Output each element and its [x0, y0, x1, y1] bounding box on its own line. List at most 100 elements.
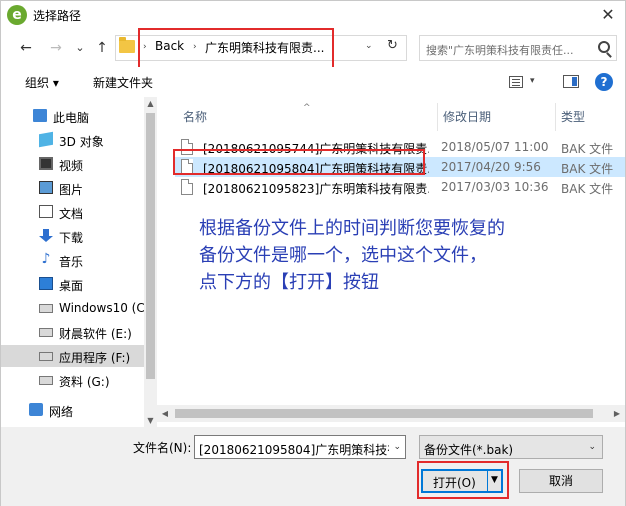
video-icon: [39, 157, 53, 170]
cube-3d-icon: [39, 131, 53, 148]
filename-input[interactable]: [20180621095804]广东明策科技有限 ⌄: [194, 435, 406, 459]
file-type: BAK 文件: [561, 162, 614, 176]
search-input[interactable]: 搜索"广东明策科技有限责任...: [419, 35, 617, 61]
organize-button[interactable]: 组织 ▾: [25, 74, 59, 91]
annotation-line: 点下方的【打开】按钮: [199, 272, 379, 293]
help-icon[interactable]: ?: [595, 73, 613, 91]
refresh-icon[interactable]: ↻: [387, 38, 398, 53]
nav-item-label: 3D 对象: [59, 135, 104, 149]
nav-item-pictures[interactable]: 图片: [1, 177, 144, 199]
nav-item-desktop[interactable]: 桌面: [1, 273, 144, 295]
recent-locations-button[interactable]: ⌄: [71, 39, 89, 57]
file-date: 2017/03/03 10:36: [441, 180, 549, 194]
drive-icon: [39, 376, 53, 385]
title-bar: e 选择路径 ✕: [1, 1, 625, 29]
file-type-filter-select[interactable]: 备份文件(*.bak) ⌄: [419, 435, 603, 459]
nav-item-label: 桌面: [59, 279, 84, 293]
nav-item-this-pc[interactable]: 此电脑: [1, 105, 144, 127]
sort-caret-icon: ^: [303, 103, 311, 113]
back-button[interactable]: ←: [17, 39, 35, 57]
column-headers: ^ 名称 修改日期 类型: [157, 103, 625, 131]
file-row[interactable]: [20180621095823]广东明策科技有限责... 2017/03/03 …: [175, 177, 625, 197]
highlight-box-selected-file: [173, 149, 425, 175]
view-options-icon[interactable]: [509, 76, 523, 88]
highlight-box-open-button: [417, 461, 509, 499]
dialog-footer: 文件名(N): [20180621095804]广东明策科技有限 ⌄ 备份文件(…: [1, 427, 625, 506]
scroll-down-arrow-icon[interactable]: ▼: [144, 414, 157, 427]
desktop-icon: [39, 277, 53, 290]
nav-item-label: 应用程序 (F:): [59, 351, 131, 365]
instruction-annotation: 根据备份文件上的时间判断您要恢复的 备份文件是哪一个，选中这个文件， 点下方的【…: [199, 215, 569, 296]
nav-item-label: 财晨软件 (E:): [59, 327, 132, 341]
annotation-line: 备份文件是哪一个，选中这个文件，: [199, 245, 487, 266]
column-divider[interactable]: [437, 103, 438, 131]
file-name: [20180621095823]广东明策科技有限责...: [203, 182, 429, 196]
nav-item-drive-g[interactable]: 资料 (G:): [1, 369, 144, 391]
drive-icon: [39, 304, 53, 313]
pictures-icon: [39, 181, 53, 194]
scrollbar-thumb[interactable]: [175, 409, 593, 418]
folder-icon: [119, 37, 135, 53]
nav-scrollbar[interactable]: ▲ ▼: [144, 97, 157, 427]
nav-item-label: 此电脑: [53, 111, 90, 125]
scroll-left-arrow-icon[interactable]: ◀: [157, 405, 173, 422]
command-bar: 组织 ▾ 新建文件夹 ▾ ?: [1, 67, 625, 97]
address-dropdown-icon[interactable]: ⌄: [365, 41, 373, 51]
file-icon: [181, 179, 193, 195]
drive-icon: [39, 352, 53, 361]
scrollbar-thumb[interactable]: [146, 113, 155, 379]
chevron-down-icon[interactable]: ⌄: [393, 442, 401, 452]
nav-item-drive-f[interactable]: 应用程序 (F:): [1, 345, 144, 367]
file-open-dialog: e 选择路径 ✕ ← → ⌄ ↑ › Back › 广东明策科技有限责... ⌄…: [0, 0, 626, 506]
file-type-filter-value: 备份文件(*.bak): [424, 443, 514, 457]
download-icon: [39, 229, 53, 242]
column-header-name[interactable]: 名称: [183, 108, 207, 125]
app-logo-icon: e: [7, 5, 27, 25]
file-type: BAK 文件: [561, 142, 614, 156]
file-list-horizontal-scrollbar[interactable]: ◀ ▶: [157, 405, 625, 422]
computer-icon: [33, 109, 47, 122]
column-divider[interactable]: [555, 103, 556, 131]
nav-item-label: 下载: [59, 231, 84, 245]
column-header-type[interactable]: 类型: [561, 108, 585, 125]
nav-item-label: 资料 (G:): [59, 375, 110, 389]
documents-icon: [39, 205, 53, 218]
nav-item-videos[interactable]: 视频: [1, 153, 144, 175]
search-placeholder: 搜索"广东明策科技有限责任...: [426, 44, 574, 57]
preview-pane-icon[interactable]: [563, 75, 579, 88]
nav-item-music[interactable]: ♪ 音乐: [1, 249, 144, 271]
column-header-date[interactable]: 修改日期: [443, 108, 491, 125]
nav-item-drive-c[interactable]: Windows10 (C:: [1, 297, 149, 319]
view-dropdown-icon[interactable]: ▾: [530, 76, 535, 86]
up-folder-button[interactable]: ↑: [93, 39, 111, 57]
filename-label: 文件名(N):: [133, 441, 192, 455]
file-date: 2018/05/07 11:00: [441, 140, 549, 154]
file-type: BAK 文件: [561, 182, 614, 196]
new-folder-button[interactable]: 新建文件夹: [93, 74, 153, 91]
nav-item-label: 音乐: [59, 255, 84, 269]
scroll-up-arrow-icon[interactable]: ▲: [144, 97, 157, 110]
scroll-right-arrow-icon[interactable]: ▶: [609, 405, 625, 422]
filename-value: [20180621095804]广东明策科技有限: [199, 443, 389, 457]
nav-item-label: 文档: [59, 207, 84, 221]
search-icon[interactable]: [598, 41, 610, 53]
chevron-down-icon[interactable]: ⌄: [588, 442, 596, 452]
highlight-box-address: [138, 28, 334, 70]
annotation-line: 根据备份文件上的时间判断您要恢复的: [199, 218, 505, 239]
drive-icon: [39, 328, 53, 337]
file-date: 2017/04/20 9:56: [441, 160, 541, 174]
music-icon: ♪: [41, 251, 51, 267]
nav-item-network[interactable]: 网络: [1, 399, 144, 421]
close-button[interactable]: ✕: [597, 5, 619, 25]
nav-item-label: 图片: [59, 183, 84, 197]
nav-item-documents[interactable]: 文档: [1, 201, 144, 223]
window-title: 选择路径: [33, 9, 82, 23]
nav-item-3d-objects[interactable]: 3D 对象: [1, 129, 144, 151]
cancel-button[interactable]: 取消: [519, 469, 603, 493]
nav-item-downloads[interactable]: 下载: [1, 225, 144, 247]
nav-item-label: 网络: [49, 405, 74, 419]
nav-item-label: 视频: [59, 159, 84, 173]
forward-button[interactable]: →: [47, 39, 65, 57]
nav-item-drive-e[interactable]: 财晨软件 (E:): [1, 321, 144, 343]
navigation-pane: 此电脑 3D 对象 视频 图片 文档 下载 ♪ 音乐 桌面 Windows10 …: [1, 97, 157, 427]
